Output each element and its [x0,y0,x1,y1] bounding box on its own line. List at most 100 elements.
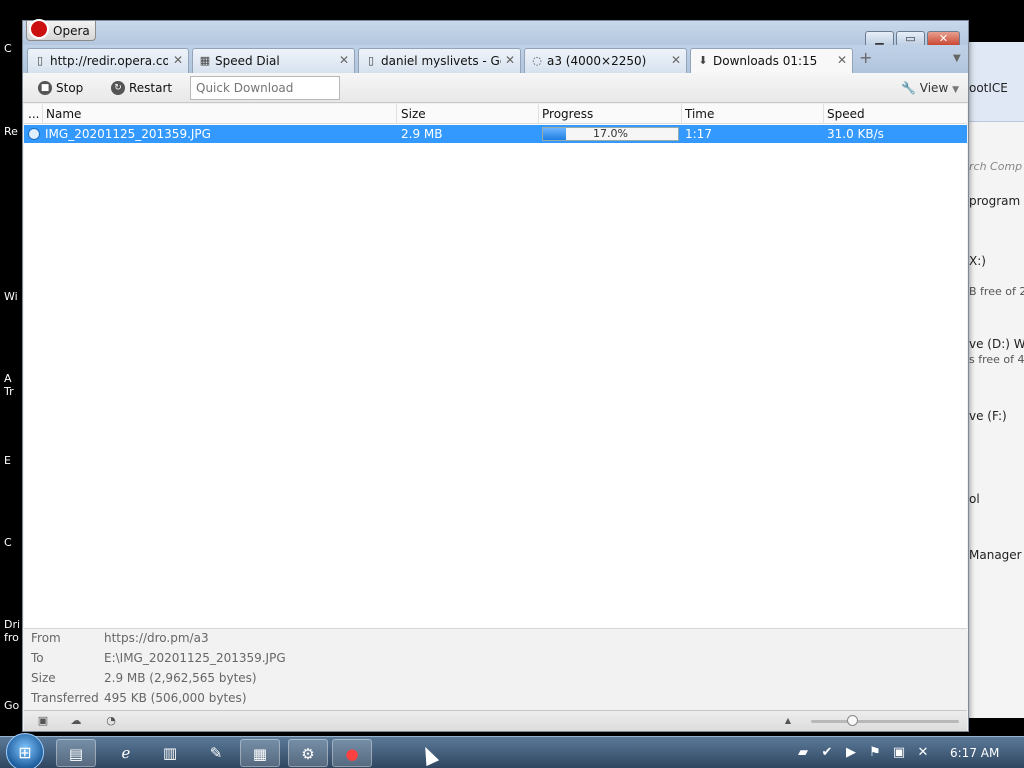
tab-redir-opera[interactable]: ▯ http://redir.opera.co... ✕ [27,48,189,73]
download-time: 1:17 [685,127,712,141]
tab-label: daniel myslivets - Go... [381,54,501,68]
desktop-label-8: Go [4,699,20,712]
details-transferred-value: 495 KB (506,000 bytes) [104,691,247,705]
background-drive-d[interactable]: ve (D:) WI [969,337,1024,351]
background-text-booticE: ootICE [969,81,1008,95]
tab-close-icon[interactable]: ✕ [172,53,184,67]
start-button[interactable]: ⊞ [6,733,44,768]
tab-daniel-myslivets[interactable]: ▯ daniel myslivets - Go... ✕ [358,48,521,73]
tab-a3-image[interactable]: ◌ a3 (4000×2250) ✕ [524,48,687,73]
background-explorer-window[interactable]: ootICE rch Comp program X:) B free of 2 … [968,42,1024,718]
clock[interactable]: 6:17 AM [950,746,999,760]
details-from-value[interactable]: https://dro.pm/a3 [104,631,209,645]
stop-icon: ■ [38,81,52,95]
column-separator [538,104,539,124]
tray-shield-icon[interactable]: ✔ [819,745,835,761]
background-item-manager[interactable]: Manager [969,548,1022,562]
app-icon: ✎ [209,744,223,762]
downloads-toolbar: ■ Stop ↻ Restart 🔧 View ▼ [23,73,968,103]
column-size[interactable]: Size [401,107,426,121]
taskbar-opera[interactable]: ● [332,739,372,767]
panel-toggle-icon[interactable]: ▣ [36,715,50,727]
restart-button[interactable]: ↻ Restart [111,79,181,97]
view-menu-button[interactable]: 🔧 View ▼ [901,81,959,95]
page-icon: ▯ [367,54,375,67]
tray-volume-icon[interactable]: ✕ [915,745,931,761]
speedometer-icon[interactable]: ◔ [104,715,118,727]
column-header-row: ... Name Size Progress Time Speed [24,104,967,124]
download-status-icon [28,128,40,140]
new-tab-icon[interactable]: + [859,50,873,66]
desktop-label-3: Wi [4,290,18,303]
desktop-label-6: C [4,536,12,549]
download-size: 2.9 MB [401,127,443,141]
status-bar: ▣ ☁ ◔ ▲ [24,710,967,731]
chevron-up-icon[interactable]: ▲ [781,715,795,727]
windows-logo-icon: ⊞ [18,743,32,762]
opera-window: Opera ▁ ▭ ✕ ▯ http://redir.opera.co... ✕… [22,19,969,732]
background-drive-x-free: B free of 2 [969,285,1024,298]
column-progress[interactable]: Progress [542,107,593,121]
stop-button[interactable]: ■ Stop [38,79,98,97]
column-separator [42,104,43,124]
details-to-value[interactable]: E:\IMG_20201125_201359.JPG [104,651,286,665]
taskbar-explorer[interactable]: ▤ [56,739,96,767]
tab-list-chevron-down-icon[interactable]: ▼ [953,53,961,64]
taskbar-app-6[interactable]: ⚙ [288,739,328,767]
progress-text: 17.0% [593,127,628,140]
details-from-label: From [31,631,61,645]
opera-menu-button[interactable]: Opera [26,19,96,41]
tab-label: Downloads 01:15 [713,54,818,68]
tray-play-icon[interactable]: ▶ [843,745,859,761]
download-name: IMG_20201125_201359.JPG [45,127,211,141]
column-dots[interactable]: ... [28,107,39,121]
tray-icon-4[interactable]: ⚑ [867,745,883,761]
column-name[interactable]: Name [46,107,81,121]
minimize-icon: ▁ [875,32,884,45]
column-time[interactable]: Time [685,107,714,121]
tab-close-icon[interactable]: ✕ [836,53,848,67]
tab-close-icon[interactable]: ✕ [504,53,516,67]
tab-close-icon[interactable]: ✕ [338,53,350,67]
zoom-slider-thumb[interactable] [847,715,858,726]
taskbar-app-5[interactable]: ▦ [240,739,280,767]
cloud-icon[interactable]: ☁ [69,715,83,727]
background-search[interactable]: rch Comp [969,160,1022,173]
taskbar-app-3[interactable]: ▥ [150,739,190,767]
tab-downloads[interactable]: ⬇ Downloads 01:15 ✕ [690,48,853,73]
app-icon: ▥ [162,744,178,762]
tab-close-icon[interactable]: ✕ [670,53,682,67]
desktop-label-4: A Tr [4,372,14,398]
zoom-slider-track[interactable] [811,720,959,723]
taskbar: ⊞ ▤ ℯ ▥ ✎ ▦ ⚙ ● ▰ ✔ ▶ ⚑ ▣ ✕ 6:17 AM [0,733,1024,768]
tray-network-icon[interactable]: ▣ [891,745,907,761]
tray-icon-1[interactable]: ▰ [795,745,811,761]
restart-label: Restart [129,81,173,95]
desktop-label-1: C [4,42,12,55]
tab-speed-dial[interactable]: ▦ Speed Dial ✕ [192,48,355,73]
restart-icon: ↻ [111,81,125,95]
background-program[interactable]: program [969,194,1020,208]
background-drive-f[interactable]: ve (F:) [969,409,1007,423]
details-size-label: Size [31,671,56,685]
opera-menu-label: Opera [53,24,90,38]
background-drive-x[interactable]: X:) [969,254,986,268]
column-separator [681,104,682,124]
grid-icon: ▦ [199,54,211,67]
quick-download-input[interactable] [190,76,340,100]
view-label: View [919,81,949,95]
internet-explorer-icon: ℯ [121,744,131,762]
details-transferred-label: Transferred [31,691,99,705]
page-icon: ▯ [36,54,44,67]
title-bar[interactable]: Opera ▁ ▭ ✕ [23,19,968,47]
tab-label: http://redir.opera.co... [50,54,168,68]
taskbar-app-4[interactable]: ✎ [196,739,236,767]
download-details-pane: From https://dro.pm/a3 To E:\IMG_2020112… [24,628,967,710]
taskbar-internet-explorer[interactable]: ℯ [106,739,146,767]
app-icon: ▦ [252,745,268,763]
wrench-icon: 🔧 [901,81,916,95]
maximize-icon: ▭ [905,32,916,45]
background-item-ol[interactable]: ol [969,492,980,506]
download-row[interactable]: IMG_20201125_201359.JPG 2.9 MB 17.0% 1:1… [24,125,967,143]
column-speed[interactable]: Speed [827,107,865,121]
